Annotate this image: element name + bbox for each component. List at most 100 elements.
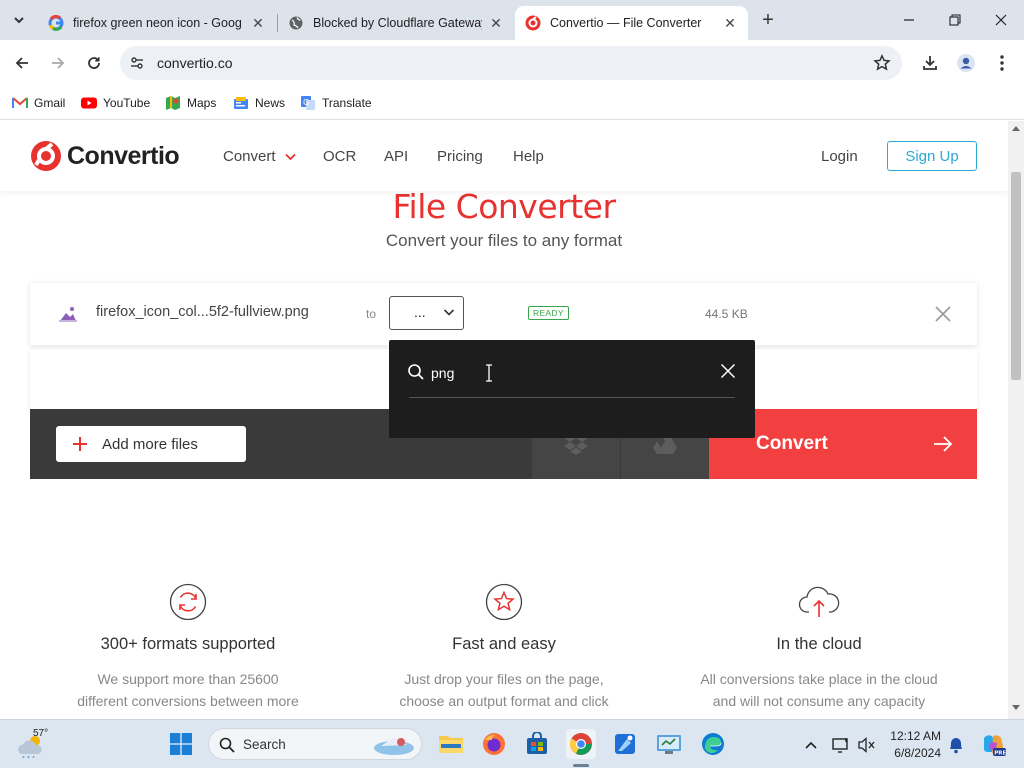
feature-cloud: In the cloud All conversions take place … bbox=[669, 583, 969, 712]
download-icon bbox=[923, 56, 937, 70]
copilot-button[interactable]: PRE bbox=[980, 732, 1006, 758]
bookmark-gmail[interactable]: Gmail bbox=[12, 92, 65, 114]
nav-ocr[interactable]: OCR bbox=[323, 148, 356, 165]
plus-icon bbox=[73, 437, 87, 451]
taskbar-file-explorer[interactable] bbox=[436, 729, 466, 759]
clock-date: 6/8/2024 bbox=[894, 746, 941, 760]
minimize-button[interactable] bbox=[894, 6, 924, 34]
status-badge: READY bbox=[528, 306, 569, 320]
page-scrollbar[interactable] bbox=[1008, 121, 1024, 719]
bookmark-label: Maps bbox=[187, 96, 217, 110]
bookmark-translate[interactable]: G Translate bbox=[300, 92, 372, 114]
edge-icon bbox=[702, 733, 724, 755]
forward-button[interactable] bbox=[44, 49, 72, 77]
news-icon bbox=[233, 96, 249, 110]
convertio-logo[interactable]: Convertio bbox=[30, 140, 180, 172]
bookmark-star-icon[interactable] bbox=[872, 53, 892, 73]
active-app-indicator bbox=[573, 764, 589, 767]
browser-menu-button[interactable] bbox=[988, 49, 1016, 77]
restore-button[interactable] bbox=[940, 6, 970, 34]
nav-help[interactable]: Help bbox=[513, 148, 544, 165]
maps-icon bbox=[165, 96, 181, 110]
search-icon bbox=[408, 364, 424, 380]
tab-convertio[interactable]: Convertio — File Converter ✕ bbox=[515, 6, 748, 40]
nav-api[interactable]: API bbox=[384, 148, 408, 165]
scroll-up-icon[interactable] bbox=[1012, 125, 1020, 131]
add-more-files-button[interactable]: Add more files bbox=[56, 426, 246, 462]
taskbar-search[interactable]: Search bbox=[208, 728, 422, 760]
convert-label: Convert bbox=[756, 433, 828, 454]
page-title: File Converter bbox=[392, 187, 616, 226]
bookmark-label: Translate bbox=[322, 96, 372, 110]
bookmark-label: News bbox=[255, 96, 286, 110]
profile-button[interactable] bbox=[952, 49, 980, 77]
tab-title: firefox green neon icon - Goog bbox=[73, 16, 242, 30]
address-bar[interactable]: convertio.co bbox=[120, 46, 902, 80]
back-button[interactable] bbox=[8, 49, 36, 77]
feature-fast: Fast and easy Just drop your files on th… bbox=[354, 583, 654, 712]
tab-cloudflare-blocked[interactable]: Blocked by Cloudflare Gateway ✕ bbox=[278, 6, 514, 40]
tab-google-search[interactable]: firefox green neon icon - Goog ✕ bbox=[38, 6, 276, 40]
output-format-select[interactable]: ... bbox=[389, 296, 464, 330]
tray-volume-icon[interactable] bbox=[858, 736, 876, 754]
tab-search-button[interactable] bbox=[6, 8, 32, 32]
gmail-icon bbox=[12, 96, 28, 110]
taskbar-control-panel[interactable] bbox=[654, 729, 684, 759]
file-row: firefox_icon_col...5f2-fullview.png to .… bbox=[30, 283, 977, 345]
close-icon bbox=[995, 14, 1007, 26]
close-tab-icon[interactable]: ✕ bbox=[488, 15, 504, 31]
feature-title: 300+ formats supported bbox=[100, 635, 276, 653]
browser-toolbar: convertio.co bbox=[0, 40, 1024, 86]
close-tab-icon[interactable]: ✕ bbox=[722, 15, 738, 31]
feature-line: choose an output format and click bbox=[399, 693, 609, 709]
bookmark-youtube[interactable]: YouTube bbox=[81, 92, 150, 114]
tab-title: Blocked by Cloudflare Gateway bbox=[313, 16, 482, 30]
firefox-icon bbox=[483, 733, 505, 755]
close-window-button[interactable] bbox=[986, 6, 1016, 34]
site-settings-icon[interactable] bbox=[128, 54, 146, 72]
bookmark-label: YouTube bbox=[103, 96, 151, 110]
downloads-button[interactable] bbox=[916, 49, 944, 77]
tab-strip: firefox green neon icon - Goog ✕ Blocked… bbox=[0, 0, 1024, 40]
format-search-input[interactable]: png bbox=[431, 365, 454, 381]
taskbar-edge[interactable] bbox=[698, 729, 728, 759]
clear-search-icon[interactable] bbox=[720, 363, 736, 379]
chevron-down-icon bbox=[443, 309, 455, 316]
nav-convert-label: Convert bbox=[223, 148, 276, 165]
feature-line: We support more than 25600 bbox=[97, 671, 279, 687]
folder-icon bbox=[439, 736, 463, 753]
notifications-button[interactable] bbox=[947, 736, 965, 754]
feature-line: different conversions between more bbox=[77, 693, 299, 709]
system-clock[interactable]: 12:12 AM 6/8/2024 bbox=[885, 728, 941, 762]
arrow-right-icon bbox=[934, 436, 953, 452]
nav-pricing[interactable]: Pricing bbox=[437, 148, 483, 165]
taskbar-firefox[interactable] bbox=[479, 729, 509, 759]
bookmark-label: Gmail bbox=[34, 96, 66, 110]
scroll-down-icon[interactable] bbox=[1012, 705, 1020, 711]
page-subtitle: Convert your files to any format bbox=[385, 231, 623, 250]
monitor-icon bbox=[832, 738, 848, 753]
remove-file-icon[interactable] bbox=[934, 305, 952, 323]
show-hidden-icons-button[interactable] bbox=[802, 736, 820, 754]
taskbar-chrome[interactable] bbox=[566, 729, 596, 759]
globe-icon bbox=[288, 15, 304, 31]
tray-display-icon[interactable] bbox=[832, 736, 850, 754]
search-icon bbox=[219, 737, 235, 753]
bookmark-maps[interactable]: Maps bbox=[165, 92, 216, 114]
bookmark-news[interactable]: News bbox=[233, 92, 285, 114]
taskbar-store[interactable] bbox=[522, 729, 552, 759]
minimize-icon bbox=[904, 19, 914, 21]
reload-button[interactable] bbox=[80, 49, 108, 77]
close-tab-icon[interactable]: ✕ bbox=[250, 15, 266, 31]
start-button[interactable] bbox=[166, 729, 196, 759]
chevron-down-icon bbox=[14, 17, 24, 24]
signup-button[interactable]: Sign Up bbox=[887, 141, 977, 171]
search-underline bbox=[409, 397, 735, 398]
feature-line: All conversions take place in the cloud bbox=[700, 671, 938, 687]
nav-convert[interactable]: Convert bbox=[223, 148, 296, 165]
scroll-thumb[interactable] bbox=[1011, 172, 1021, 380]
login-link[interactable]: Login bbox=[821, 148, 858, 165]
new-tab-button[interactable]: + bbox=[756, 8, 780, 32]
weather-widget[interactable]: 57° bbox=[16, 728, 50, 758]
taskbar-paint-app[interactable] bbox=[610, 729, 640, 759]
